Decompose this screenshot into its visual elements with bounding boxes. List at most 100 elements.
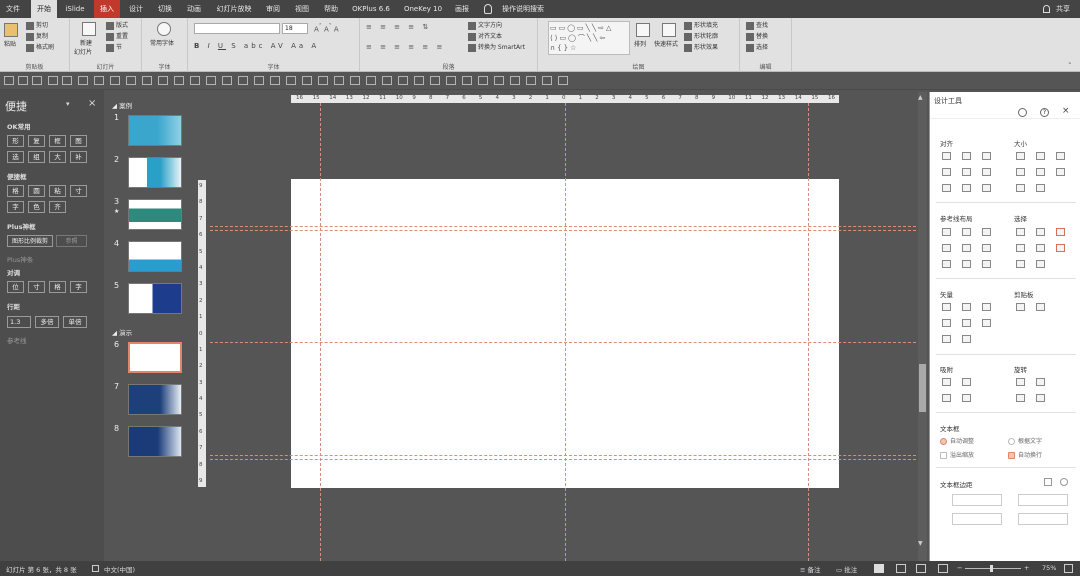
- guide-margin-left-icon[interactable]: [942, 228, 951, 236]
- cut-button[interactable]: 剪切: [26, 21, 48, 30]
- vector-subtract-icon[interactable]: [962, 319, 971, 327]
- zoom-in-button[interactable]: +: [1024, 564, 1029, 572]
- align-bottom-icon[interactable]: [982, 168, 991, 176]
- qat-tool-19-icon[interactable]: [286, 76, 296, 85]
- section-demo-heading[interactable]: ◢ 演示: [112, 327, 132, 337]
- conv-button-5[interactable]: 字: [7, 201, 24, 213]
- qat-tool-14-icon[interactable]: [206, 76, 216, 85]
- auto-wrap-checkbox[interactable]: 自动换行: [1008, 450, 1042, 459]
- slide-thumbnail-7[interactable]: [128, 384, 182, 415]
- same-size-icon[interactable]: [1056, 152, 1065, 160]
- same-width-icon[interactable]: [1016, 152, 1025, 160]
- qat-tool-5-icon[interactable]: [62, 76, 72, 85]
- tab-animations[interactable]: 动画: [182, 0, 206, 18]
- horizontal-ruler[interactable]: 16 15 14 13 12 11 10 9 8 7 6 5 4 3 2 1 0 1 2 3 4 5 6 7 8 9 10 11 12 1…: [291, 95, 839, 103]
- slide-sorter-icon[interactable]: [896, 564, 906, 573]
- distribute-horizontal-icon[interactable]: [942, 184, 951, 192]
- qat-tool-33-icon[interactable]: [510, 76, 520, 85]
- distribute-vertical-icon[interactable]: [962, 184, 971, 192]
- qat-tool-6-icon[interactable]: [78, 76, 88, 85]
- snap-right-icon[interactable]: [962, 378, 971, 386]
- qat-tool-35-icon[interactable]: [542, 76, 552, 85]
- normal-view-icon[interactable]: [874, 564, 884, 573]
- help-icon[interactable]: ?: [1040, 108, 1049, 117]
- qat-tool-17-icon[interactable]: [254, 76, 264, 85]
- vector-edit-icon[interactable]: [982, 319, 991, 327]
- copy-button[interactable]: 复制: [26, 32, 48, 41]
- tab-slideshow[interactable]: 幻灯片放映: [212, 0, 256, 18]
- margin-right-input[interactable]: [1018, 494, 1068, 506]
- align-top-icon[interactable]: [942, 168, 951, 176]
- ok-button-5[interactable]: 选: [7, 151, 24, 163]
- paste-button[interactable]: 粘贴: [4, 40, 16, 49]
- align-button-1[interactable]: 位: [7, 281, 24, 293]
- tab-view[interactable]: 视图: [290, 0, 314, 18]
- conv-button-3[interactable]: 粘: [49, 185, 66, 197]
- tab-okplus[interactable]: OKPlus 6.6: [350, 0, 392, 18]
- font-grow-shrink[interactable]: A˄ A˅ A: [314, 24, 354, 33]
- qat-tool-34-icon[interactable]: [526, 76, 536, 85]
- qat-tool-36-icon[interactable]: [558, 76, 568, 85]
- slide-thumbnail-6[interactable]: [128, 342, 182, 373]
- reset-button[interactable]: 重置: [106, 32, 128, 41]
- single-spacing-button[interactable]: 单倍: [63, 316, 87, 328]
- stretch-right-icon[interactable]: [1036, 168, 1045, 176]
- guide-line-vertical[interactable]: [808, 103, 809, 561]
- close-panel-icon[interactable]: ×: [1062, 106, 1070, 116]
- vector-combine-icon[interactable]: [962, 303, 971, 311]
- qat-tool-3-icon[interactable]: [32, 76, 42, 85]
- select-button[interactable]: 选择: [746, 43, 768, 52]
- list-buttons[interactable]: ≡ ≡ ≡ ≡ ⇅: [366, 23, 466, 32]
- tab-review[interactable]: 审阅: [261, 0, 285, 18]
- vector-union-icon[interactable]: [942, 303, 951, 311]
- qat-tool-29-icon[interactable]: [446, 76, 456, 85]
- section-button[interactable]: 节: [106, 43, 122, 52]
- select-layer-icon[interactable]: [1056, 228, 1065, 236]
- ok-button-7[interactable]: 大: [49, 151, 66, 163]
- margin-top-input[interactable]: [952, 513, 1002, 525]
- snap-bottom-icon[interactable]: [962, 394, 971, 402]
- qat-tool-32-icon[interactable]: [494, 76, 504, 85]
- qat-tool-1-icon[interactable]: [4, 76, 14, 85]
- find-button[interactable]: 查找: [746, 21, 768, 30]
- guide-columns-icon[interactable]: [962, 260, 971, 268]
- guide-line-horizontal[interactable]: [210, 226, 916, 227]
- qat-tool-27-icon[interactable]: [414, 76, 424, 85]
- select-shape-icon[interactable]: [1056, 244, 1065, 252]
- align-center-icon[interactable]: [962, 152, 971, 160]
- align-buttons[interactable]: ≡ ≡ ≡ ≡ ≡ ≡: [366, 43, 466, 52]
- reference-button[interactable]: 参照: [56, 235, 87, 247]
- scroll-up-icon[interactable]: ▲: [918, 94, 923, 101]
- align-text-button[interactable]: 对齐文本: [468, 32, 502, 41]
- snap-left-icon[interactable]: [942, 378, 951, 386]
- new-slide-button[interactable]: 新建: [80, 39, 92, 48]
- reading-view-icon[interactable]: [916, 564, 926, 573]
- format-painter-button[interactable]: 格式刷: [26, 43, 54, 52]
- fit-window-icon[interactable]: [1064, 564, 1073, 573]
- flip-horizontal-icon[interactable]: [1036, 394, 1045, 402]
- zoom-level[interactable]: 75%: [1042, 564, 1056, 572]
- qat-tool-31-icon[interactable]: [478, 76, 488, 85]
- qat-tool-30-icon[interactable]: [462, 76, 472, 85]
- font-style-buttons[interactable]: B I U S abc AV Aa A: [194, 42, 354, 52]
- same-height-icon[interactable]: [1036, 152, 1045, 160]
- zoom-slider-thumb[interactable]: [990, 565, 993, 572]
- qat-tool-7-icon[interactable]: [94, 76, 104, 85]
- snap-top-icon[interactable]: [942, 394, 951, 402]
- tab-onekey[interactable]: OneKey 10: [401, 0, 445, 18]
- vector-copy-icon[interactable]: [962, 335, 971, 343]
- qat-tool-18-icon[interactable]: [270, 76, 280, 85]
- ok-button-6[interactable]: 组: [28, 151, 45, 163]
- scrollbar-thumb[interactable]: [919, 364, 926, 412]
- tab-design[interactable]: 设计: [124, 0, 148, 18]
- conv-button-7[interactable]: 齐: [49, 201, 66, 213]
- vector-outline-icon[interactable]: [942, 335, 951, 343]
- align-button-2[interactable]: 寸: [28, 281, 45, 293]
- panel-dropdown-icon[interactable]: ▾: [66, 100, 70, 108]
- line-spacing-input[interactable]: 1.3: [7, 316, 31, 328]
- qat-tool-10-icon[interactable]: [142, 76, 152, 85]
- qat-tool-23-icon[interactable]: [350, 76, 360, 85]
- auto-fit-radio[interactable]: 自动调整: [940, 436, 974, 445]
- overflow-shrink-radio[interactable]: 溢出缩放: [940, 450, 974, 459]
- conv-button-1[interactable]: 格: [7, 185, 24, 197]
